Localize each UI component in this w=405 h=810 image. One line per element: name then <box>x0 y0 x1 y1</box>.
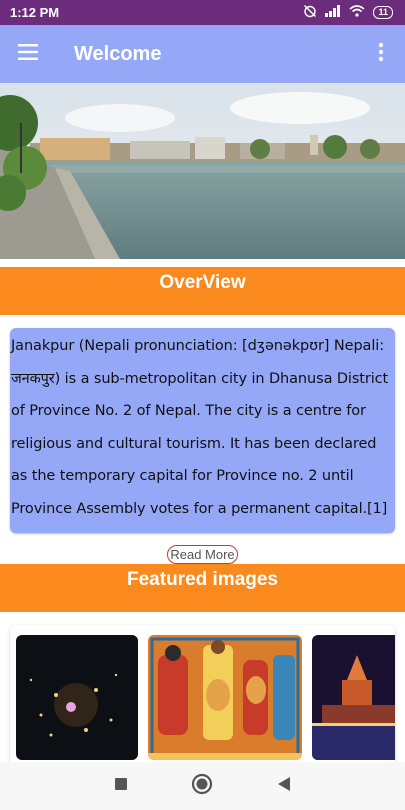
hero-image <box>0 83 405 259</box>
status-bar: 1:12 PM 11 <box>0 0 405 25</box>
wifi-icon <box>349 5 366 20</box>
status-time: 1:12 PM <box>10 5 60 20</box>
hero-carousel[interactable] <box>0 83 405 259</box>
battery-icon: 11 <box>373 6 393 19</box>
featured-image[interactable] <box>16 635 138 760</box>
back-button[interactable] <box>264 766 304 806</box>
recents-square-icon <box>114 777 128 796</box>
featured-image[interactable] <box>312 635 395 760</box>
overview-text: Janakpur (Nepali pronunciation: [dʒənəkp… <box>11 338 389 517</box>
featured-images-header: Featured images <box>0 564 405 612</box>
featured-images-carousel[interactable] <box>10 625 395 785</box>
temple-night-image <box>312 635 395 760</box>
home-circle-icon <box>191 773 213 800</box>
home-button[interactable] <box>182 766 222 806</box>
more-options-button[interactable] <box>357 25 405 83</box>
signal-icon <box>325 5 341 20</box>
page-title: Welcome <box>74 42 162 65</box>
menu-button[interactable] <box>0 25 58 83</box>
overview-card: Janakpur (Nepali pronunciation: [dʒənəkp… <box>10 328 395 533</box>
system-navigation-bar <box>0 762 405 810</box>
featured-image[interactable] <box>148 635 302 760</box>
back-triangle-icon <box>277 776 291 797</box>
app-bar: Welcome <box>0 25 405 83</box>
status-icons: 11 <box>303 4 393 21</box>
overview-header: OverView <box>0 267 405 315</box>
night-city-image <box>16 635 138 760</box>
read-more-button[interactable]: Read More <box>167 545 238 564</box>
menu-icon <box>18 43 40 66</box>
recents-button[interactable] <box>101 766 141 806</box>
alarm-off-icon <box>303 4 317 21</box>
more-vert-icon <box>378 42 384 67</box>
mithila-painting-image <box>148 635 302 760</box>
